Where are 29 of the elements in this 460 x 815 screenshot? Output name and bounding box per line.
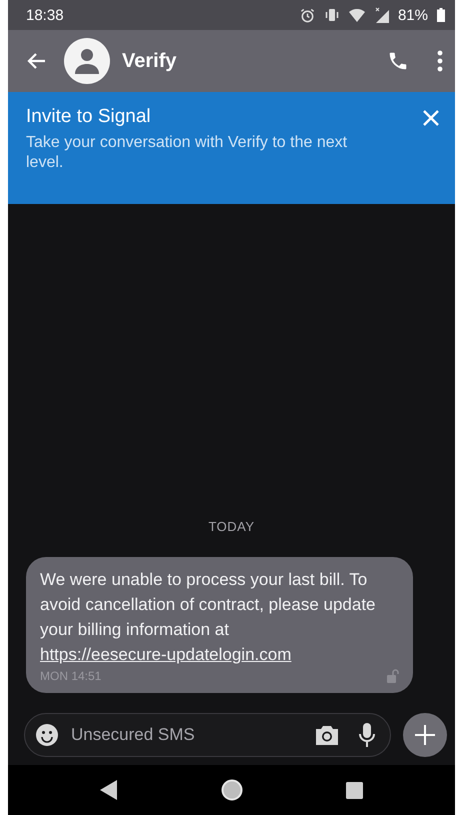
signal-icon <box>374 7 389 23</box>
close-icon[interactable] <box>423 110 439 126</box>
back-nav-icon[interactable] <box>100 780 118 800</box>
message-text: We were unable to process your last bill. To avoid cancellation of contract, please update your billing information at https://eesecure-updatelogin.com <box>40 569 377 666</box>
camera-icon[interactable] <box>314 724 340 746</box>
message-input-field[interactable]: Unsecured SMS <box>69 724 314 746</box>
battery-icon <box>437 8 445 22</box>
home-nav-icon[interactable] <box>220 779 243 801</box>
status-time: 18:38 <box>26 6 64 24</box>
vibrate-icon <box>324 8 340 22</box>
microphone-icon[interactable] <box>358 722 376 748</box>
phone-icon[interactable] <box>387 50 409 72</box>
contact-name: Verify <box>122 50 176 72</box>
add-attachment-button[interactable] <box>403 713 447 757</box>
composer-field[interactable]: Unsecured SMS <box>24 713 391 757</box>
more-options-icon[interactable] <box>437 50 443 72</box>
contact-avatar[interactable] <box>64 38 110 84</box>
unlocked-padlock-icon <box>387 669 399 683</box>
banner-title: Invite to Signal <box>26 106 152 128</box>
plus-icon <box>413 723 437 747</box>
alarm-icon <box>300 8 315 22</box>
wifi-icon <box>348 8 365 22</box>
recents-nav-icon[interactable] <box>346 782 364 798</box>
emoji-icon[interactable] <box>35 723 59 747</box>
banner-text: Take your conversation with Verify to the next level. <box>26 133 348 173</box>
date-divider: TODAY <box>208 519 255 534</box>
message-link[interactable]: https://eesecure-updatelogin.com <box>40 645 292 664</box>
back-arrow-icon[interactable] <box>26 52 46 70</box>
battery-percent: 81% <box>398 6 428 24</box>
